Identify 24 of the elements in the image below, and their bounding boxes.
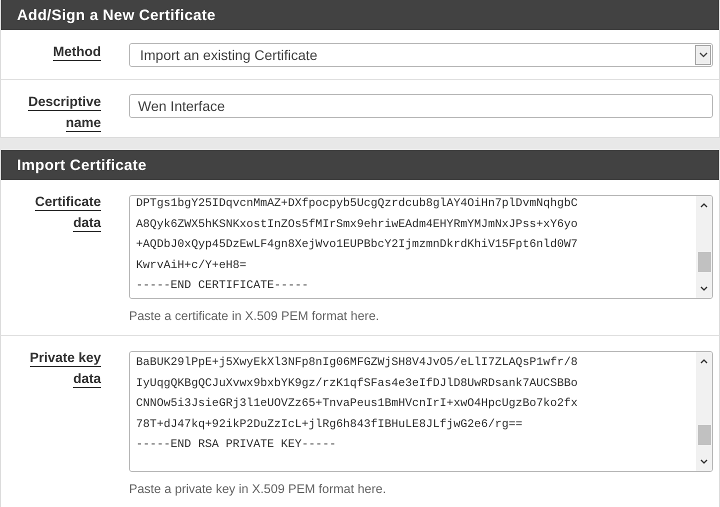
field-label: name (66, 115, 101, 132)
textarea-field[interactable]: DPTgs1bgY25IDqvcnMmAZ+DXfpocpyb5UcgQzrdcub8glAY4OiHn7plDvmNqhgbC A8Qyk6ZWX5hKSNKxostInZOs5fMIrSmx9ehriwEAdm4EHYRmYMJmNxJPss+xY6yo +AQDbJ0xQyp45DzEwLF4gn8XejWvo1EUPBbcY2IjmzmnDkrdKhiV15Fpt6nld0W7 KwrvAiH+c/Y+eH8= -----END CERTIFICATE----- (129, 195, 713, 299)
scrollbar[interactable] (696, 352, 712, 471)
input-field[interactable]: Wen Interface (129, 94, 713, 118)
help-text: Paste a certificate in X.509 PEM format here. (129, 308, 380, 325)
scrollbar-thumb[interactable] (698, 425, 710, 445)
textarea-field[interactable]: BaBUK29lPpE+j5XwyEkXl3NFp8nIg06MFGZWjSH8V4JvO5/eLlI7ZLAQsP1wfr/8 IyUqgQKBgQCJuXvwx9bxbYK9gz/rzK1qfSFas4e3eIfDJlD8UwRDsank7AUCSBBo CNNOw5i3JsieGRj3l1eUOVZz65+TnvaPeus1BmHVcnIrI+xwO4HpcUgzBo7ko2fx 78T+dJ47kq+92ikP2DuZzIcL+jlRg6h843fIBHuLE8JLfjwG2e6/rg== -----END RSA PRIVATE KEY----- (129, 351, 713, 472)
scroll-down-icon[interactable] (700, 286, 708, 292)
field-label: Private key (30, 350, 101, 367)
field-label: Descriptive (28, 94, 101, 111)
scroll-up-icon[interactable] (700, 358, 708, 364)
scroll-down-icon[interactable] (700, 459, 708, 465)
field-label: Method (53, 44, 101, 61)
field-label: data (73, 371, 101, 388)
field-label: Certificate (34, 194, 101, 211)
method-dropdown[interactable]: Import an existing Certificate (129, 43, 713, 67)
caret-icon (695, 45, 711, 65)
field-label: data (73, 215, 101, 232)
help-text: Paste a private key in X.509 PEM format here. (129, 481, 388, 498)
scrollbar-thumb[interactable] (698, 252, 710, 272)
panel-heading: Add/Sign a New Certificate (1, 0, 719, 30)
scrollbar[interactable] (696, 196, 712, 298)
panel-heading: Import Certificate (1, 150, 719, 180)
scroll-up-icon[interactable] (700, 202, 708, 208)
